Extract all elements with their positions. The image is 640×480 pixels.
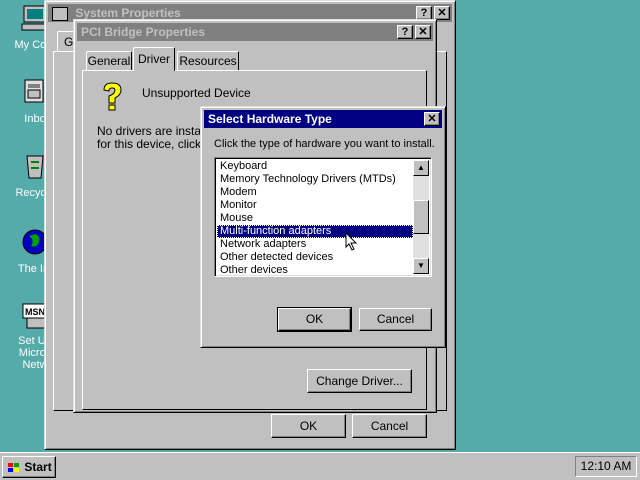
device-name: Unsupported Device bbox=[142, 86, 251, 100]
list-item[interactable]: Modem bbox=[217, 186, 413, 199]
window-icon bbox=[52, 6, 68, 21]
tab-resources[interactable]: Resources bbox=[177, 51, 239, 70]
svg-text:MSN: MSN bbox=[25, 307, 45, 317]
clock-text: 12:10 AM bbox=[580, 459, 632, 473]
select-hardware-type-dialog: Select Hardware Type ✕ Click the type of… bbox=[200, 106, 446, 348]
start-button[interactable]: Start bbox=[2, 456, 56, 478]
help-button[interactable]: ? bbox=[416, 6, 432, 20]
scroll-thumb[interactable] bbox=[413, 200, 429, 234]
scroll-up-button[interactable]: ▲ bbox=[413, 160, 429, 176]
help-button[interactable]: ? bbox=[397, 25, 413, 39]
windows-logo-icon bbox=[8, 462, 19, 472]
window-title: System Properties bbox=[75, 6, 181, 20]
hardware-list-items: Keyboard Memory Technology Drivers (MTDs… bbox=[217, 160, 413, 277]
question-mark-icon bbox=[103, 82, 122, 111]
hardware-ok-button[interactable]: OK bbox=[277, 307, 352, 332]
list-item-selected[interactable]: Multi-function adapters bbox=[217, 225, 413, 238]
start-label: Start bbox=[24, 460, 52, 474]
hardware-cancel-button[interactable]: Cancel bbox=[359, 308, 432, 331]
system-ok-button[interactable]: OK bbox=[271, 414, 346, 438]
close-button[interactable]: ✕ bbox=[434, 6, 450, 20]
driver-info-line-1: No drivers are installe bbox=[97, 124, 214, 138]
list-item[interactable]: Other devices bbox=[217, 264, 413, 277]
list-item[interactable]: Keyboard bbox=[217, 160, 413, 173]
system-tray-clock[interactable]: 12:10 AM bbox=[575, 456, 637, 477]
tab-driver[interactable]: Driver bbox=[133, 47, 175, 71]
driver-info-line-2: for this device, click C bbox=[97, 137, 214, 151]
list-item[interactable]: Monitor bbox=[217, 199, 413, 212]
close-button[interactable]: ✕ bbox=[424, 112, 440, 126]
scroll-down-button[interactable]: ▼ bbox=[413, 258, 429, 274]
list-item[interactable]: Other detected devices bbox=[217, 251, 413, 264]
list-item[interactable]: Network adapters bbox=[217, 238, 413, 251]
instruction-text: Click the type of hardware you want to i… bbox=[214, 138, 435, 150]
taskbar: Start 12:10 AM bbox=[0, 452, 640, 480]
tab-general[interactable]: General bbox=[86, 51, 132, 70]
system-cancel-button[interactable]: Cancel bbox=[352, 414, 427, 438]
list-item[interactable]: Mouse bbox=[217, 212, 413, 225]
window-title: PCI Bridge Properties bbox=[81, 25, 206, 39]
list-scrollbar[interactable]: ▲ ▼ bbox=[413, 160, 429, 274]
close-button[interactable]: ✕ bbox=[415, 25, 431, 39]
hardware-type-list[interactable]: Keyboard Memory Technology Drivers (MTDs… bbox=[214, 157, 432, 277]
change-driver-button[interactable]: Change Driver... bbox=[307, 369, 412, 393]
dialog-title: Select Hardware Type bbox=[208, 112, 332, 126]
select-hardware-titlebar[interactable]: Select Hardware Type ✕ bbox=[204, 110, 442, 128]
pci-bridge-titlebar[interactable]: PCI Bridge Properties ? ✕ bbox=[77, 23, 433, 41]
list-item[interactable]: Memory Technology Drivers (MTDs) bbox=[217, 173, 413, 186]
mouse-cursor-icon bbox=[345, 232, 358, 251]
